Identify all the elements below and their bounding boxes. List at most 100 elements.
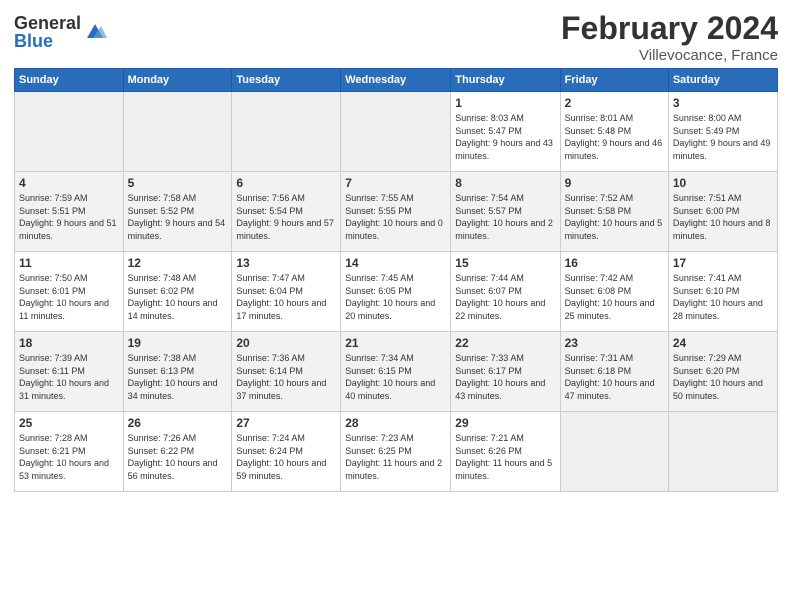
day-number: 9 xyxy=(565,176,664,190)
day-number: 4 xyxy=(19,176,119,190)
day-info: Sunrise: 8:03 AM Sunset: 5:47 PM Dayligh… xyxy=(455,112,555,162)
calendar-cell: 2 Sunrise: 8:01 AM Sunset: 5:48 PM Daylig… xyxy=(560,92,668,172)
day-info: Sunrise: 7:55 AM Sunset: 5:55 PM Dayligh… xyxy=(345,192,446,242)
location: Villevocance, France xyxy=(561,47,778,64)
day-number: 16 xyxy=(565,256,664,270)
logo-blue: Blue xyxy=(14,32,81,50)
day-number: 13 xyxy=(236,256,336,270)
calendar-cell: 12 Sunrise: 7:48 AM Sunset: 6:02 PM Dayli… xyxy=(123,252,232,332)
day-info: Sunrise: 7:44 AM Sunset: 6:07 PM Dayligh… xyxy=(455,272,555,322)
col-wednesday: Wednesday xyxy=(341,69,451,92)
calendar-cell: 29 Sunrise: 7:21 AM Sunset: 6:26 PM Dayli… xyxy=(451,412,560,492)
day-number: 26 xyxy=(128,416,228,430)
day-number: 28 xyxy=(345,416,446,430)
day-info: Sunrise: 7:38 AM Sunset: 6:13 PM Dayligh… xyxy=(128,352,228,402)
day-info: Sunrise: 7:58 AM Sunset: 5:52 PM Dayligh… xyxy=(128,192,228,242)
day-info: Sunrise: 7:21 AM Sunset: 6:26 PM Dayligh… xyxy=(455,432,555,482)
day-number: 2 xyxy=(565,96,664,110)
calendar-cell: 4 Sunrise: 7:59 AM Sunset: 5:51 PM Daylig… xyxy=(15,172,124,252)
day-info: Sunrise: 7:31 AM Sunset: 6:18 PM Dayligh… xyxy=(565,352,664,402)
day-number: 7 xyxy=(345,176,446,190)
day-number: 29 xyxy=(455,416,555,430)
calendar-cell: 27 Sunrise: 7:24 AM Sunset: 6:24 PM Dayli… xyxy=(232,412,341,492)
calendar-cell: 10 Sunrise: 7:51 AM Sunset: 6:00 PM Dayli… xyxy=(668,172,777,252)
day-number: 6 xyxy=(236,176,336,190)
day-number: 23 xyxy=(565,336,664,350)
day-number: 8 xyxy=(455,176,555,190)
calendar-body: 1Sunrise: 8:03 AM Sunset: 5:47 PM Daylig… xyxy=(15,92,778,492)
day-number: 14 xyxy=(345,256,446,270)
day-info: Sunrise: 7:23 AM Sunset: 6:25 PM Dayligh… xyxy=(345,432,446,482)
calendar-cell: 23 Sunrise: 7:31 AM Sunset: 6:18 PM Dayli… xyxy=(560,332,668,412)
day-number: 5 xyxy=(128,176,228,190)
calendar-cell xyxy=(123,92,232,172)
calendar-cell: 25Sunrise: 7:28 AM Sunset: 6:21 PM Dayli… xyxy=(15,412,124,492)
day-info: Sunrise: 7:54 AM Sunset: 5:57 PM Dayligh… xyxy=(455,192,555,242)
calendar-cell: 8 Sunrise: 7:54 AM Sunset: 5:57 PM Daylig… xyxy=(451,172,560,252)
day-info: Sunrise: 7:48 AM Sunset: 6:02 PM Dayligh… xyxy=(128,272,228,322)
day-info: Sunrise: 7:41 AM Sunset: 6:10 PM Dayligh… xyxy=(673,272,773,322)
day-number: 22 xyxy=(455,336,555,350)
col-friday: Friday xyxy=(560,69,668,92)
calendar-cell: 17 Sunrise: 7:41 AM Sunset: 6:10 PM Dayli… xyxy=(668,252,777,332)
calendar-cell xyxy=(668,412,777,492)
calendar-cell: 18 Sunrise: 7:39 AM Sunset: 6:11 PM Dayli… xyxy=(15,332,124,412)
calendar-week-3: 11 Sunrise: 7:50 AM Sunset: 6:01 PM Dayli… xyxy=(15,252,778,332)
calendar-cell xyxy=(341,92,451,172)
calendar-table: Sunday Monday Tuesday Wednesday Thursday… xyxy=(14,68,778,492)
calendar-header: Sunday Monday Tuesday Wednesday Thursday… xyxy=(15,69,778,92)
calendar-cell: 14 Sunrise: 7:45 AM Sunset: 6:05 PM Dayli… xyxy=(341,252,451,332)
day-number: 25 xyxy=(19,416,119,430)
calendar-week-1: 1Sunrise: 8:03 AM Sunset: 5:47 PM Daylig… xyxy=(15,92,778,172)
calendar-cell xyxy=(15,92,124,172)
day-info: Sunrise: 7:52 AM Sunset: 5:58 PM Dayligh… xyxy=(565,192,664,242)
day-info: Sunrise: 8:00 AM Sunset: 5:49 PM Dayligh… xyxy=(673,112,773,162)
day-info: Sunrise: 7:47 AM Sunset: 6:04 PM Dayligh… xyxy=(236,272,336,322)
day-info: Sunrise: 7:42 AM Sunset: 6:08 PM Dayligh… xyxy=(565,272,664,322)
day-info: Sunrise: 7:51 AM Sunset: 6:00 PM Dayligh… xyxy=(673,192,773,242)
calendar-cell: 16 Sunrise: 7:42 AM Sunset: 6:08 PM Dayli… xyxy=(560,252,668,332)
day-number: 10 xyxy=(673,176,773,190)
day-info: Sunrise: 7:59 AM Sunset: 5:51 PM Dayligh… xyxy=(19,192,119,242)
day-number: 17 xyxy=(673,256,773,270)
col-tuesday: Tuesday xyxy=(232,69,341,92)
logo: General Blue xyxy=(14,14,107,50)
calendar-cell: 15 Sunrise: 7:44 AM Sunset: 6:07 PM Dayli… xyxy=(451,252,560,332)
calendar-cell: 11 Sunrise: 7:50 AM Sunset: 6:01 PM Dayli… xyxy=(15,252,124,332)
calendar-cell: 26 Sunrise: 7:26 AM Sunset: 6:22 PM Dayli… xyxy=(123,412,232,492)
calendar-cell xyxy=(560,412,668,492)
day-number: 3 xyxy=(673,96,773,110)
col-thursday: Thursday xyxy=(451,69,560,92)
calendar-week-4: 18 Sunrise: 7:39 AM Sunset: 6:11 PM Dayli… xyxy=(15,332,778,412)
calendar-cell: 7 Sunrise: 7:55 AM Sunset: 5:55 PM Daylig… xyxy=(341,172,451,252)
day-number: 12 xyxy=(128,256,228,270)
day-number: 20 xyxy=(236,336,336,350)
day-info: Sunrise: 8:01 AM Sunset: 5:48 PM Dayligh… xyxy=(565,112,664,162)
day-number: 18 xyxy=(19,336,119,350)
calendar-cell: 21Sunrise: 7:34 AM Sunset: 6:15 PM Dayli… xyxy=(341,332,451,412)
day-info: Sunrise: 7:39 AM Sunset: 6:11 PM Dayligh… xyxy=(19,352,119,402)
page-container: General Blue February 2024 Villevocance,… xyxy=(0,0,792,500)
day-number: 27 xyxy=(236,416,336,430)
day-number: 11 xyxy=(19,256,119,270)
day-info: Sunrise: 7:26 AM Sunset: 6:22 PM Dayligh… xyxy=(128,432,228,482)
day-number: 15 xyxy=(455,256,555,270)
day-info: Sunrise: 7:50 AM Sunset: 6:01 PM Dayligh… xyxy=(19,272,119,322)
calendar-cell: 19Sunrise: 7:38 AM Sunset: 6:13 PM Dayli… xyxy=(123,332,232,412)
day-number: 24 xyxy=(673,336,773,350)
day-number: 21 xyxy=(345,336,446,350)
calendar-cell: 6Sunrise: 7:56 AM Sunset: 5:54 PM Daylig… xyxy=(232,172,341,252)
day-info: Sunrise: 7:45 AM Sunset: 6:05 PM Dayligh… xyxy=(345,272,446,322)
calendar-cell: 3 Sunrise: 8:00 AM Sunset: 5:49 PM Daylig… xyxy=(668,92,777,172)
header-row: General Blue February 2024 Villevocance,… xyxy=(14,10,778,64)
logo-text: General Blue xyxy=(14,14,81,50)
calendar-week-2: 4 Sunrise: 7:59 AM Sunset: 5:51 PM Daylig… xyxy=(15,172,778,252)
calendar-cell: 13 Sunrise: 7:47 AM Sunset: 6:04 PM Dayli… xyxy=(232,252,341,332)
col-monday: Monday xyxy=(123,69,232,92)
calendar-cell: 1Sunrise: 8:03 AM Sunset: 5:47 PM Daylig… xyxy=(451,92,560,172)
logo-icon xyxy=(83,20,107,44)
col-saturday: Saturday xyxy=(668,69,777,92)
day-info: Sunrise: 7:36 AM Sunset: 6:14 PM Dayligh… xyxy=(236,352,336,402)
day-info: Sunrise: 7:24 AM Sunset: 6:24 PM Dayligh… xyxy=(236,432,336,482)
day-info: Sunrise: 7:33 AM Sunset: 6:17 PM Dayligh… xyxy=(455,352,555,402)
